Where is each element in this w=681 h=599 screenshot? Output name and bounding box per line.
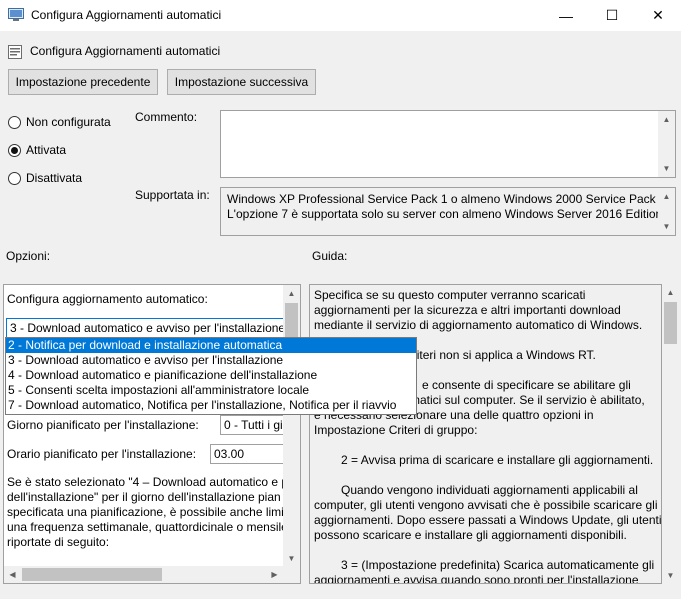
time-select[interactable]: 03.00 <box>210 444 290 464</box>
radio-label: Attivata <box>26 143 67 157</box>
radio-label: Disattivata <box>26 171 83 185</box>
scroll-down-icon[interactable]: ▼ <box>662 567 679 584</box>
guide-line: 2 = Avvisa prima di scaricare e installa… <box>341 453 654 467</box>
scroll-thumb[interactable] <box>664 302 677 344</box>
guide-vscrollbar[interactable]: ▲ ▼ <box>662 284 679 584</box>
scroll-down-icon[interactable]: ▼ <box>658 218 675 235</box>
radio-disabled[interactable]: Disattivata <box>8 171 82 185</box>
options-description: Se è stato selezionato "4 – Download aut… <box>7 475 285 550</box>
desc-line: dell'installazione" per il giorno dell'i… <box>7 490 281 504</box>
options-panel: Configura aggiornamento automatico: 3 - … <box>3 284 301 584</box>
dropdown-option-2[interactable]: 2 - Notifica per download e installazion… <box>6 338 416 353</box>
guide-text: Specifica se su questo computer verranno… <box>314 288 662 584</box>
radio-checked-icon <box>8 143 21 157</box>
scroll-up-icon[interactable]: ▲ <box>662 284 679 301</box>
configure-label: Configura aggiornamento automatico: <box>7 292 208 306</box>
desc-line: Se è stato selezionato "4 – Download aut… <box>7 475 285 489</box>
scroll-down-icon[interactable]: ▼ <box>658 160 675 177</box>
supported-scrollbar[interactable]: ▲ ▼ <box>658 188 675 235</box>
maximize-button[interactable]: ☐ <box>589 0 635 31</box>
scroll-left-icon[interactable]: ◀ <box>4 566 21 583</box>
time-label: Orario pianificato per l'installazione: <box>7 447 197 461</box>
close-button[interactable]: ✕ <box>635 0 681 31</box>
day-label: Giorno pianificato per l'installazione: <box>7 418 199 432</box>
guide-line: aggiornamenti per la sicurezza e altri i… <box>314 303 621 317</box>
scroll-right-icon[interactable]: ▶ <box>266 566 283 583</box>
scroll-up-icon[interactable]: ▲ <box>658 111 675 128</box>
options-label: Opzioni: <box>6 249 51 263</box>
setting-title: Configura Aggiornamenti automatici <box>30 44 221 58</box>
supported-box: Windows XP Professional Service Pack 1 o… <box>220 187 676 236</box>
guide-line: 3 = (Impostazione predefinita) Scarica a… <box>341 558 655 572</box>
maximize-icon: ☐ <box>605 7 619 23</box>
title-bar: Configura Aggiornamenti automatici — ☐ ✕ <box>0 0 681 31</box>
scroll-down-icon[interactable]: ▼ <box>283 550 300 567</box>
desc-line: specificata una pianificazione, è possib… <box>7 505 285 519</box>
supported-line-1: Windows XP Professional Service Pack 1 o… <box>227 192 666 206</box>
options-vscrollbar[interactable]: ▲ ▼ <box>283 285 300 567</box>
guide-line: Quando vengono individuati aggiornamenti… <box>341 483 638 497</box>
guide-line: computer, gli utenti vengono avvisati ch… <box>314 498 658 512</box>
desc-line: una frequenza settimanale, quattordicina… <box>7 520 285 534</box>
dropdown-option-7[interactable]: 7 - Download automatico, Notifica per l'… <box>6 398 416 413</box>
guide-line: aggiornamenti e avvisa quando sono pront… <box>314 573 639 584</box>
guide-panel: Specifica se su questo computer verranno… <box>309 284 662 584</box>
day-select[interactable]: 0 - Tutti i gi <box>220 415 290 435</box>
minimize-icon: — <box>559 7 573 24</box>
comment-scrollbar[interactable]: ▲ ▼ <box>658 111 675 177</box>
guide-line: Impostazione Criteri di gruppo: <box>314 423 478 437</box>
configure-combo[interactable]: 3 - Download automatico e avviso per l'i… <box>6 318 284 338</box>
radio-icon <box>8 171 21 185</box>
guide-label: Guida: <box>312 249 348 263</box>
close-icon: ✕ <box>652 7 664 23</box>
next-setting-button[interactable]: Impostazione successiva <box>167 69 316 95</box>
guide-line: aggiornamenti. Dopo essere passati a Win… <box>314 513 662 527</box>
guide-line: mediante il servizio di aggiornamento au… <box>314 318 643 332</box>
policy-app-icon <box>8 8 24 21</box>
supported-label: Supportata in: <box>135 188 210 202</box>
scroll-up-icon[interactable]: ▲ <box>283 285 300 302</box>
window-title: Configura Aggiornamenti automatici <box>31 8 222 22</box>
scroll-up-icon[interactable]: ▲ <box>658 188 675 205</box>
scroll-thumb[interactable] <box>22 568 162 581</box>
previous-setting-button[interactable]: Impostazione precedente <box>8 69 158 95</box>
radio-icon <box>8 115 21 129</box>
comment-textarea[interactable]: ▲ ▼ <box>220 110 676 178</box>
supported-line-2: L'opzione 7 è supportata solo su server … <box>227 207 663 221</box>
dropdown-option-3[interactable]: 3 - Download automatico e avviso per l'i… <box>6 353 416 368</box>
comment-label: Commento: <box>135 110 198 124</box>
policy-setting-icon <box>8 45 22 59</box>
guide-line: possono scaricare e installare gli aggio… <box>314 528 627 542</box>
minimize-button[interactable]: — <box>543 0 589 31</box>
configure-dropdown-list[interactable]: 2 - Notifica per download e installazion… <box>5 337 417 415</box>
dropdown-option-5[interactable]: 5 - Consenti scelta impostazioni all'amm… <box>6 383 416 398</box>
radio-not-configured[interactable]: Non configurata <box>8 115 111 129</box>
options-hscrollbar[interactable]: ◀ ▶ <box>4 566 300 583</box>
radio-label: Non configurata <box>26 115 111 129</box>
guide-line: Specifica se su questo computer verranno… <box>314 288 586 302</box>
dropdown-option-4[interactable]: 4 - Download automatico e pianificazione… <box>6 368 416 383</box>
radio-enabled[interactable]: Attivata <box>8 143 66 157</box>
desc-line: riportate di seguito: <box>7 535 110 549</box>
